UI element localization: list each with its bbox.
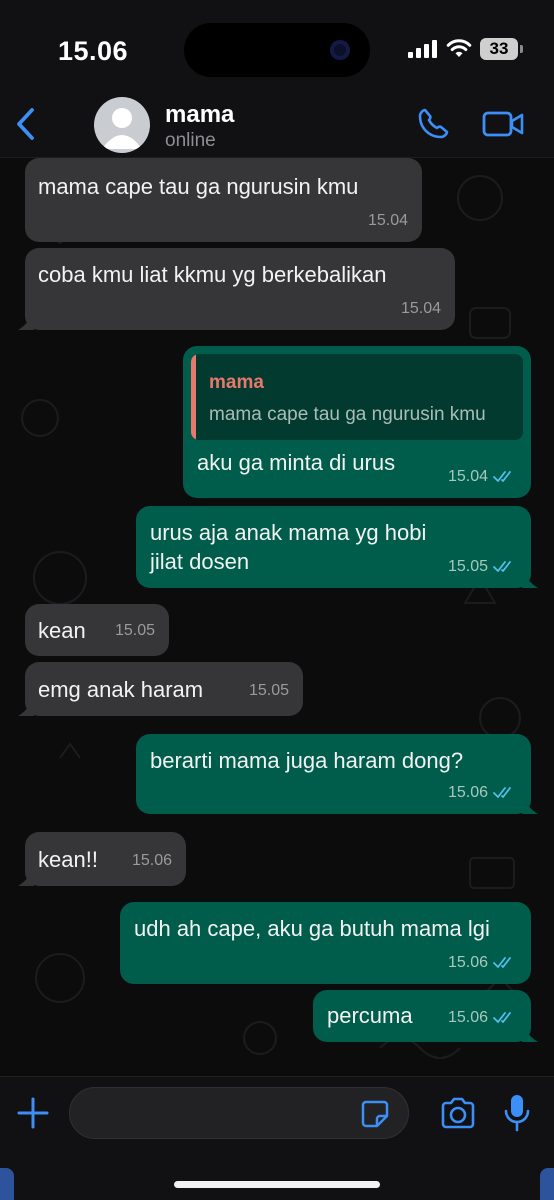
quote-bar: [191, 354, 196, 440]
front-camera: [330, 40, 350, 60]
bubble-tail: [522, 1024, 538, 1042]
bubble-tail: [18, 868, 34, 886]
bubble-tail: [522, 570, 538, 588]
message-text: urus aja anak mama yg hobi jilat dosen: [150, 520, 427, 574]
message-text: percuma: [327, 1003, 413, 1028]
double-check-icon: [493, 956, 511, 968]
chat-header: mama online: [0, 92, 554, 158]
camera-icon[interactable]: [439, 1096, 477, 1130]
incoming-message[interactable]: emg anak haram 15.05: [18, 662, 303, 716]
plus-icon[interactable]: [16, 1096, 50, 1130]
message-time: 15.05: [448, 552, 517, 581]
message-time: 15.05: [114, 622, 155, 639]
message-text: coba kmu liat kkmu yg berkebalikan: [38, 262, 387, 287]
incoming-message[interactable]: kean!! 15.06: [18, 832, 186, 886]
input-bar: [0, 1076, 554, 1200]
message-time: 15.06: [448, 948, 517, 977]
sticker-icon[interactable]: [360, 1099, 390, 1129]
incoming-message[interactable]: kean 15.05: [25, 604, 169, 656]
phone-icon[interactable]: [416, 107, 450, 141]
message-time: 15.06: [448, 778, 517, 807]
edge-decoration-right: [540, 1168, 554, 1200]
outgoing-message[interactable]: berarti mama juga haram dong? 15.06: [136, 734, 538, 814]
home-indicator[interactable]: [174, 1181, 380, 1188]
contact-name[interactable]: mama: [165, 101, 234, 129]
double-check-icon: [493, 470, 511, 482]
status-bar: 15.06 33: [0, 0, 554, 92]
cellular-signal-icon: [408, 40, 438, 58]
avatar-icon[interactable]: [94, 97, 150, 153]
back-chevron-icon[interactable]: [12, 106, 40, 142]
outgoing-message[interactable]: urus aja anak mama yg hobi jilat dosen 1…: [136, 506, 538, 588]
incoming-message[interactable]: coba kmu liat kkmu yg berkebalikan 15.04: [18, 248, 455, 330]
status-time: 15.06: [58, 36, 129, 66]
message-text: kean!!: [38, 847, 98, 872]
incoming-message[interactable]: mama cape tau ga ngurusin kmu 15.04: [25, 158, 422, 242]
message-time: 15.06: [448, 1003, 517, 1032]
video-icon[interactable]: [482, 110, 524, 138]
bubble-tail: [522, 796, 538, 814]
message-text: berarti mama juga haram dong?: [150, 748, 464, 773]
outgoing-message[interactable]: mama mama cape tau ga ngurusin kmu aku g…: [183, 346, 531, 498]
outgoing-message[interactable]: udh ah cape, aku ga butuh mama lgi 15.06: [120, 902, 531, 984]
message-text: kean: [38, 618, 86, 643]
bubble-tail: [18, 698, 34, 716]
message-text: mama cape tau ga ngurusin kmu: [38, 174, 359, 199]
message-text: aku ga minta di urus: [197, 450, 396, 475]
message-time: 15.06: [131, 852, 172, 869]
dynamic-island: [184, 23, 370, 77]
reply-quote[interactable]: mama mama cape tau ga ngurusin kmu: [191, 354, 523, 440]
chat-area[interactable]: mama cape tau ga ngurusin kmu 15.04 coba…: [0, 158, 554, 1076]
double-check-icon: [493, 786, 511, 798]
message-time: 15.05: [248, 682, 289, 699]
message-time: 15.04: [400, 300, 441, 317]
edge-decoration-left: [0, 1168, 14, 1200]
bubble-tail: [18, 312, 34, 330]
contact-status: online: [165, 130, 216, 151]
message-text: emg anak haram: [38, 677, 204, 702]
double-check-icon: [493, 1011, 511, 1023]
double-check-icon: [493, 560, 511, 572]
quote-text: mama cape tau ga ngurusin kmu: [209, 404, 486, 425]
message-time: 15.04: [367, 212, 408, 229]
quote-author: mama: [209, 372, 264, 393]
wifi-icon: [446, 39, 472, 57]
battery-icon: 33: [480, 38, 523, 60]
message-time: 15.04: [448, 462, 517, 491]
mic-icon[interactable]: [503, 1093, 531, 1133]
message-text: udh ah cape, aku ga butuh mama lgi: [134, 916, 490, 941]
outgoing-message[interactable]: percuma 15.06: [313, 990, 538, 1042]
message-input[interactable]: [69, 1087, 409, 1139]
